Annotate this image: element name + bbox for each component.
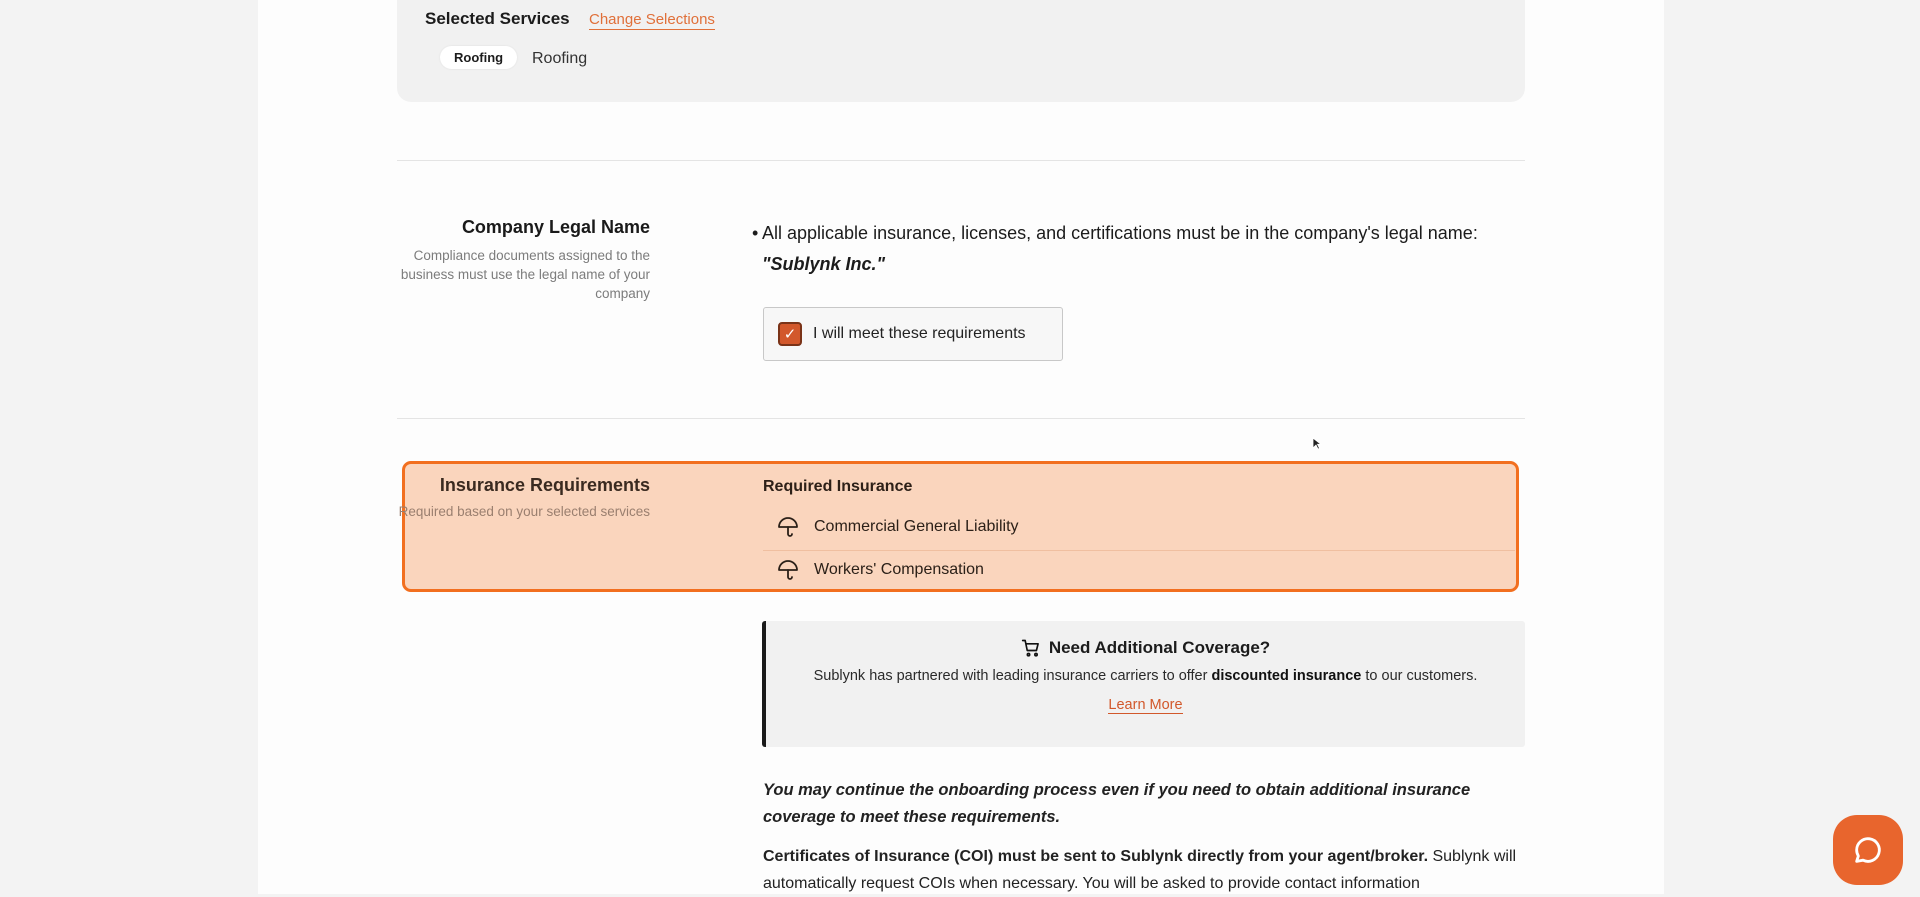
insurance-item-label: Commercial General Liability: [814, 518, 1019, 535]
cart-icon: [1021, 639, 1039, 657]
required-insurance-title: Required Insurance: [763, 478, 913, 495]
insurance-item-label: Workers' Compensation: [814, 561, 984, 578]
learn-more-link[interactable]: Learn More: [1108, 697, 1183, 714]
chat-icon: [1855, 837, 1881, 863]
additional-coverage-title: Need Additional Coverage?: [766, 638, 1525, 658]
section-divider: [397, 160, 1525, 161]
company-legal-name: "Sublynk Inc.": [762, 254, 886, 274]
onboarding-note: You may continue the onboarding process …: [763, 781, 1471, 826]
meet-requirements-checkbox[interactable]: ✓ I will meet these requirements: [763, 307, 1063, 361]
required-insurance-item: Commercial General Liability: [776, 515, 1019, 539]
meet-requirements-label: I will meet these requirements: [813, 325, 1026, 342]
mouse-cursor-icon: [1312, 437, 1322, 450]
legal-name-title: Company Legal Name: [461, 217, 650, 237]
insurance-item-divider: [763, 550, 1515, 551]
promo-text-after: to our customers.: [1361, 668, 1478, 684]
change-selections-link[interactable]: Change Selections: [589, 11, 715, 30]
legal-name-requirement-text: All applicable insurance, licenses, and …: [762, 223, 1478, 243]
required-insurance-item: Workers' Compensation: [776, 558, 984, 582]
service-chip: Roofing: [440, 46, 518, 69]
additional-coverage-callout: Need Additional Coverage? Sublynk has pa…: [762, 621, 1525, 747]
legal-name-description: Compliance documents assigned to the bus…: [400, 248, 650, 301]
page-background: [258, 0, 1664, 894]
insurance-description: Required based on your selected services: [398, 504, 650, 519]
additional-coverage-text: Sublynk has partnered with leading insur…: [766, 668, 1525, 684]
promo-text-before: Sublynk has partnered with leading insur…: [813, 668, 1212, 684]
section-divider: [397, 418, 1525, 419]
coi-paragraph: Certificates of Insurance (COI) must be …: [763, 843, 1525, 897]
check-icon[interactable]: ✓: [778, 322, 802, 346]
legal-name-label: Company Legal Name Compliance documents …: [398, 217, 650, 303]
insurance-title: Insurance Requirements: [439, 475, 650, 495]
selected-services-title: Selected Services: [425, 9, 570, 28]
help-chat-button[interactable]: [1833, 815, 1903, 885]
insurance-label: Insurance Requirements Required based on…: [398, 475, 650, 521]
coi-bold-text: Certificates of Insurance (COI) must be …: [763, 848, 1429, 865]
umbrella-icon: [778, 560, 798, 580]
service-name: Roofing: [532, 50, 588, 67]
legal-name-requirement: • All applicable insurance, licenses, an…: [752, 223, 1478, 274]
umbrella-icon: [778, 517, 798, 537]
additional-coverage-title-text: Need Additional Coverage?: [1048, 638, 1271, 657]
promo-text-bold: discounted insurance: [1211, 668, 1362, 684]
